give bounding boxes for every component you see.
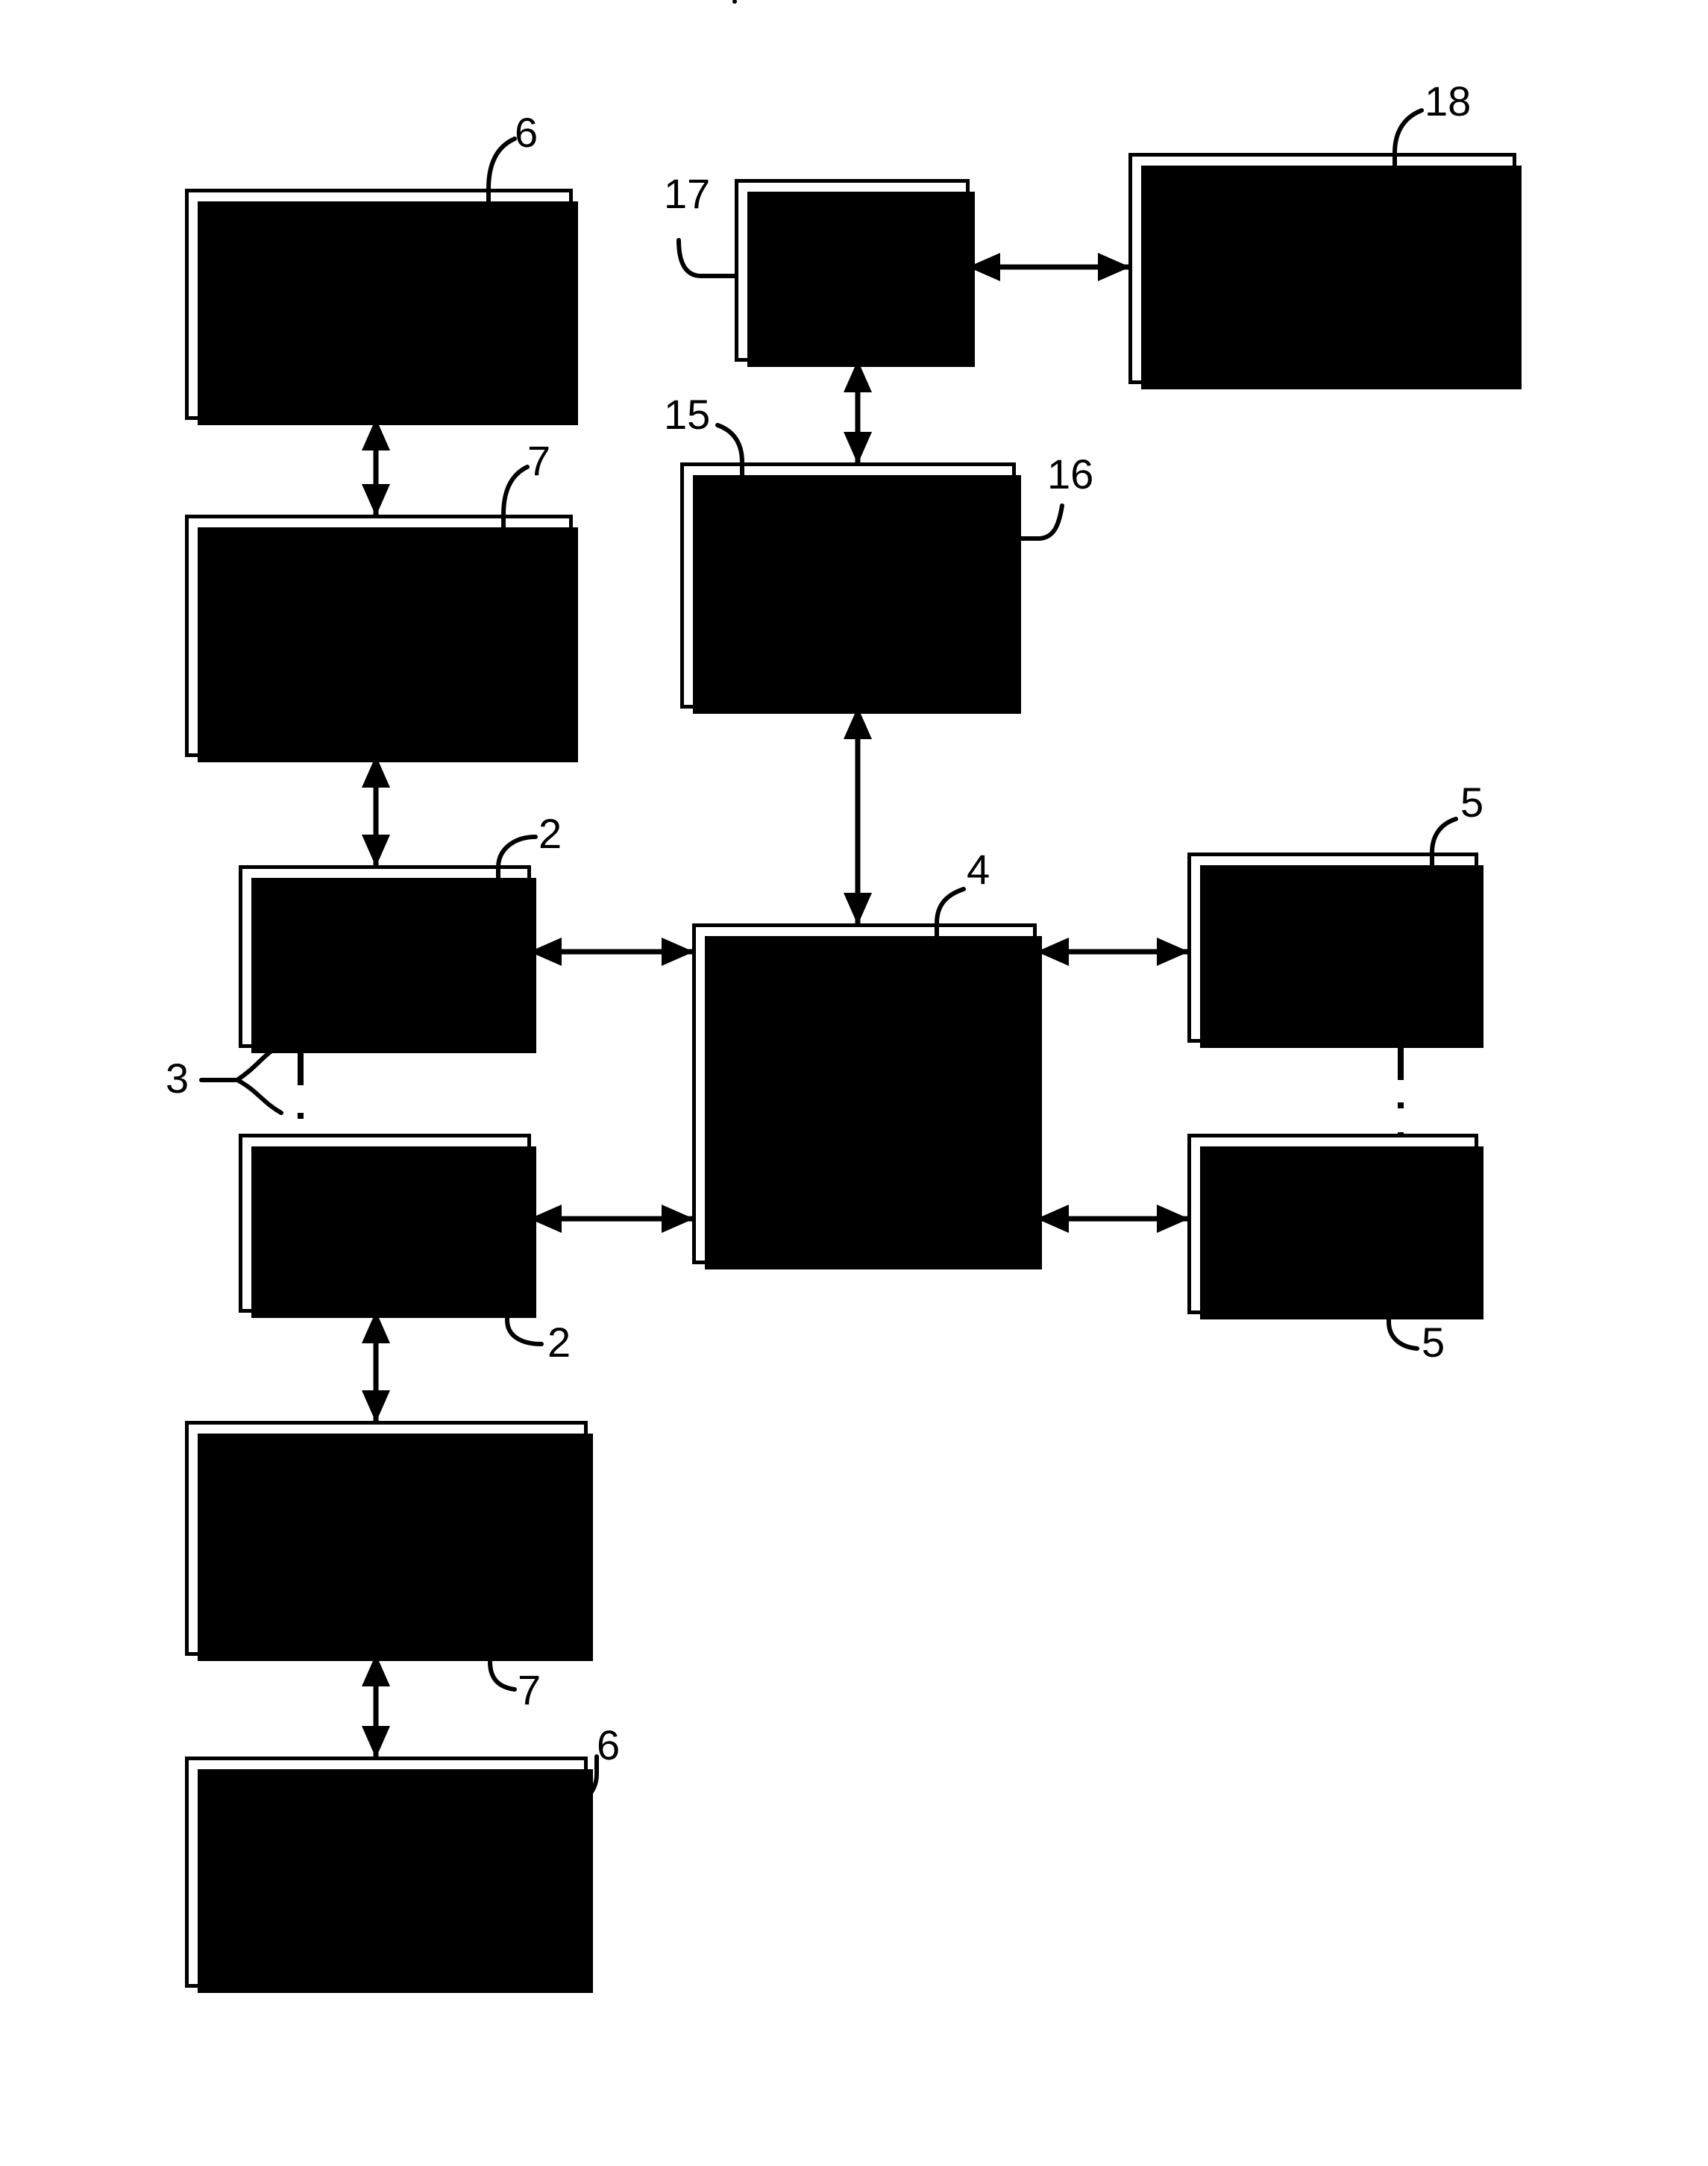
node-merchant001-transaction-database[interactable]: MERCHANT 001 TRANSACTION DATABASE (185, 515, 578, 762)
ref-numeral-17-mdas-archive: 17 (664, 170, 711, 217)
ref-numeral-6-top: 6 (515, 109, 539, 156)
brace-ref-3 (233, 1042, 283, 1115)
node-label: INTERNET (782, 1075, 947, 1112)
node-merchant-mmm-transaction-database[interactable]: MERCHANT MMM TRANSACTION DATABASE (185, 1421, 593, 1661)
node-label: MERCHANT 001 TRANSACTION RECORDS WITH TR… (225, 226, 533, 381)
node-internet[interactable]: INTERNET (692, 923, 1042, 1269)
ref-numeral-2-merchant001: 2 (539, 810, 562, 857)
node-merchant001-transaction-records[interactable]: MERCHANT 001 TRANSACTION RECORDS WITH TR… (185, 189, 578, 425)
node-label: MERCHANT MMM TRANSACTION RECORDS WITH TR… (232, 1794, 541, 1949)
node-merchant-mmm-transaction-records[interactable]: MERCHANT MMM TRANSACTION RECORDS WITH TR… (185, 1757, 593, 1993)
leader-ref-17-curve (676, 238, 737, 278)
node-label: CUSTOMER NNN (1238, 1185, 1428, 1261)
ref-numeral-3-merchant-group: 3 (166, 1055, 189, 1102)
node-customer-mdc-profiles[interactable]: CUSTOMER MDC PROFILES WITH TRANSACTION I… (1128, 153, 1522, 389)
node-customer001[interactable]: CUSTOMER 001 (1187, 853, 1483, 1048)
node-merchant001[interactable]: MERCHANT 001 (239, 865, 536, 1053)
node-merchant-mmm[interactable]: MERCHANT MMM (239, 1134, 536, 1318)
ref-numeral-5-customer001: 5 (1460, 779, 1484, 826)
node-label: MERCHANT 001 (291, 917, 479, 994)
ref-numeral-15-mdas: 15 (664, 391, 711, 438)
node-machine-data-archiving-service[interactable]: MACHINE DATA ARCHIVING SERVICE (680, 462, 1021, 714)
node-label: MERCHANT MMM (291, 1184, 479, 1261)
node-label: MDAS ARCHIVE (779, 231, 926, 308)
ref-numeral-7-top: 7 (527, 437, 551, 484)
ref-numeral-18-customer-mdc-profiles: 18 (1425, 78, 1472, 125)
node-mdas-archive[interactable]: MDAS ARCHIVE (735, 179, 975, 367)
patent-figure-canvas: MERCHANT 001 TRANSACTION RECORDS WITH TR… (0, 0, 1708, 2166)
ref-numeral-16-mdas-interface: 16 (1047, 451, 1094, 497)
node-customer-nnn[interactable]: CUSTOMER NNN (1187, 1134, 1483, 1319)
node-label: MACHINE DATA ARCHIVING SERVICE (725, 527, 971, 643)
ref-numeral-4-internet: 4 (967, 846, 990, 893)
node-label: MERCHANT MMM TRANSACTION DATABASE (247, 1480, 526, 1595)
node-label: CUSTOMER 001 (1238, 908, 1428, 985)
node-label: CUSTOMER MDC PROFILES WITH TRANSACTION I… (1168, 210, 1477, 326)
ref-numeral-7-merchant-mmm-db: 7 (518, 1666, 541, 1713)
ref-numeral-6-merchant-mmm-records: 6 (597, 1721, 621, 1768)
ref-numeral-5-customer-nnn: 5 (1422, 1319, 1445, 1366)
ref-numeral-2-merchant-mmm: 2 (547, 1319, 571, 1366)
node-label: MERCHANT 001 TRANSACTION DATABASE (253, 577, 505, 693)
